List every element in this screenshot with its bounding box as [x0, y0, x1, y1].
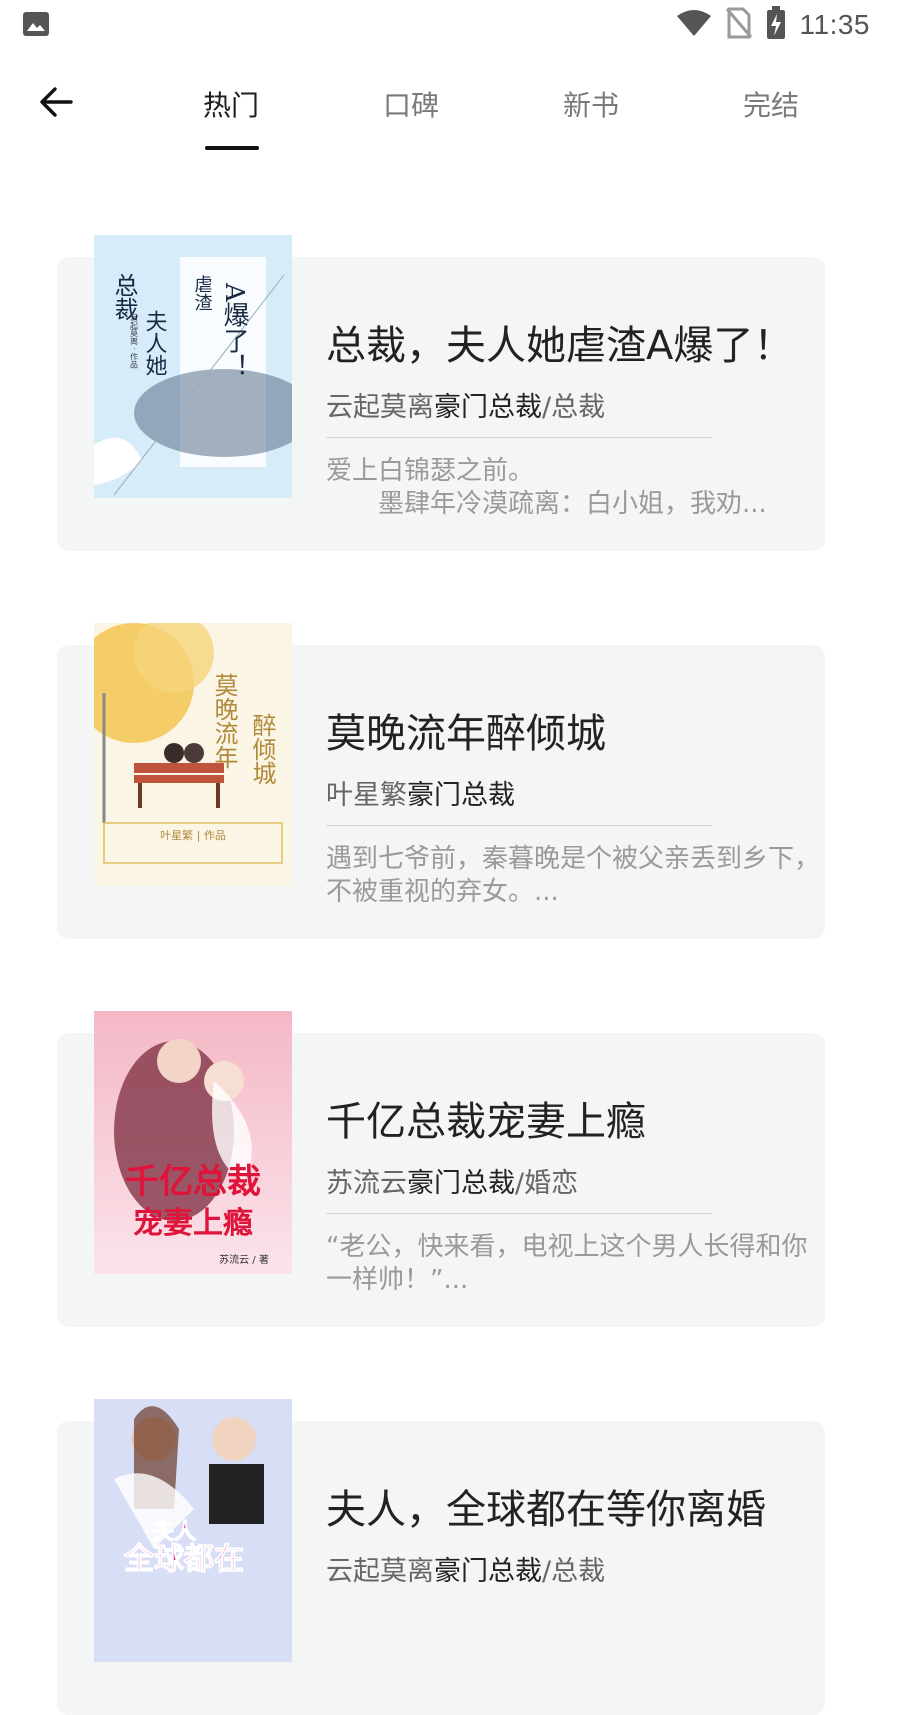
tab-hot[interactable]: 热门: [171, 84, 291, 150]
svg-text:A爆了！: A爆了！: [219, 282, 249, 380]
book-genre: 豪门总裁: [407, 1168, 515, 1199]
book-subgenre: /总裁: [542, 1556, 606, 1587]
divider: [326, 1213, 712, 1214]
book-card[interactable]: 夫人 全球都在 夫人，全球都在等你离婚 云起莫离豪门总裁/总裁: [57, 1399, 825, 1715]
book-card[interactable]: 莫晚流年 醉倾城 叶星繁 | 作品 莫晚流年醉倾城 叶星繁豪门总裁 遇到七爷前，…: [57, 623, 825, 939]
book-cover: 总裁 夫人她 虐渣 A爆了！ 云起莫离 · 作品: [94, 235, 292, 498]
svg-text:苏流云 / 著: 苏流云 / 著: [219, 1253, 269, 1266]
status-time: 11:35: [799, 9, 870, 40]
book-author: 苏流云: [326, 1168, 407, 1199]
battery-charging-icon: [766, 6, 786, 44]
divider: [326, 437, 712, 438]
tab-label: 口碑: [382, 89, 439, 122]
svg-text:醉倾城: 醉倾城: [248, 713, 276, 785]
tab-label: 新书: [562, 89, 619, 122]
book-genre: 豪门总裁: [434, 1556, 542, 1587]
book-subgenre: /总裁: [542, 392, 606, 423]
no-sim-icon: [725, 7, 752, 43]
back-arrow-icon: [38, 84, 74, 124]
book-author: 叶星繁: [326, 780, 407, 811]
image-icon: [22, 11, 50, 41]
book-genre: 豪门总裁: [407, 780, 515, 811]
book-title: 夫人，全球都在等你离婚: [326, 1487, 766, 1533]
tab-label: 热门: [202, 89, 259, 122]
svg-text:虐渣: 虐渣: [192, 275, 213, 311]
book-genre: 豪门总裁: [434, 392, 542, 423]
book-description: 爱上白锦瑟之前。 墨肆年冷漠疏离：白小姐，我劝...: [326, 456, 767, 519]
book-card[interactable]: 千亿总裁 宠妻上瘾 苏流云 / 著 千亿总裁宠妻上瘾 苏流云豪门总裁/婚恋 “老…: [57, 1011, 825, 1327]
tab-reputation[interactable]: 口碑: [351, 84, 471, 124]
book-meta: 云起莫离豪门总裁/总裁: [326, 1549, 605, 1588]
divider: [326, 825, 712, 826]
book-meta: 叶星繁豪门总裁: [326, 773, 515, 812]
book-subgenre: /婚恋: [515, 1168, 579, 1199]
tab-label: 完结: [742, 89, 799, 122]
book-description: 遇到七爷前，秦暮晚是个被父亲丢到乡下，不被重视的弃女。...: [326, 844, 821, 907]
tab-bar: 热门 口碑 新书 完结: [0, 60, 900, 156]
book-author: 云起莫离: [326, 1556, 434, 1587]
tab-indicator: [205, 146, 259, 150]
tab-new-books[interactable]: 新书: [531, 84, 651, 124]
book-title: 莫晚流年醉倾城: [326, 711, 606, 757]
svg-text:莫晚流年: 莫晚流年: [210, 673, 238, 769]
book-author: 云起莫离: [326, 392, 434, 423]
book-description: “老公，快来看，电视上这个男人长得和你一样帅！”...: [326, 1232, 808, 1295]
book-cover: 夫人 全球都在: [94, 1399, 292, 1662]
book-card[interactable]: 总裁 夫人她 虐渣 A爆了！ 云起莫离 · 作品 总裁，夫人她虐渣A爆了！ 云起…: [57, 235, 825, 551]
wifi-icon: [676, 9, 712, 41]
svg-text:夫人她: 夫人她: [142, 310, 168, 376]
tab-completed[interactable]: 完结: [711, 84, 831, 124]
svg-text:全球都在: 全球都在: [123, 1542, 244, 1577]
book-cover: 莫晚流年 醉倾城 叶星繁 | 作品: [94, 623, 292, 886]
svg-text:叶星繁 | 作品: 叶星繁 | 作品: [160, 828, 226, 842]
back-button[interactable]: [34, 82, 78, 126]
book-cover: 千亿总裁 宠妻上瘾 苏流云 / 著: [94, 1011, 292, 1274]
svg-text:千亿总裁: 千亿总裁: [125, 1162, 261, 1202]
svg-text:云起莫离 · 作品: 云起莫离 · 作品: [130, 313, 139, 370]
book-meta: 云起莫离豪门总裁/总裁: [326, 385, 605, 424]
book-meta: 苏流云豪门总裁/婚恋: [326, 1161, 578, 1200]
book-title: 总裁，夫人她虐渣A爆了！: [326, 323, 794, 369]
svg-text:宠妻上瘾: 宠妻上瘾: [133, 1206, 253, 1241]
book-title: 千亿总裁宠妻上瘾: [326, 1099, 646, 1145]
status-bar: 11:35: [0, 0, 900, 48]
